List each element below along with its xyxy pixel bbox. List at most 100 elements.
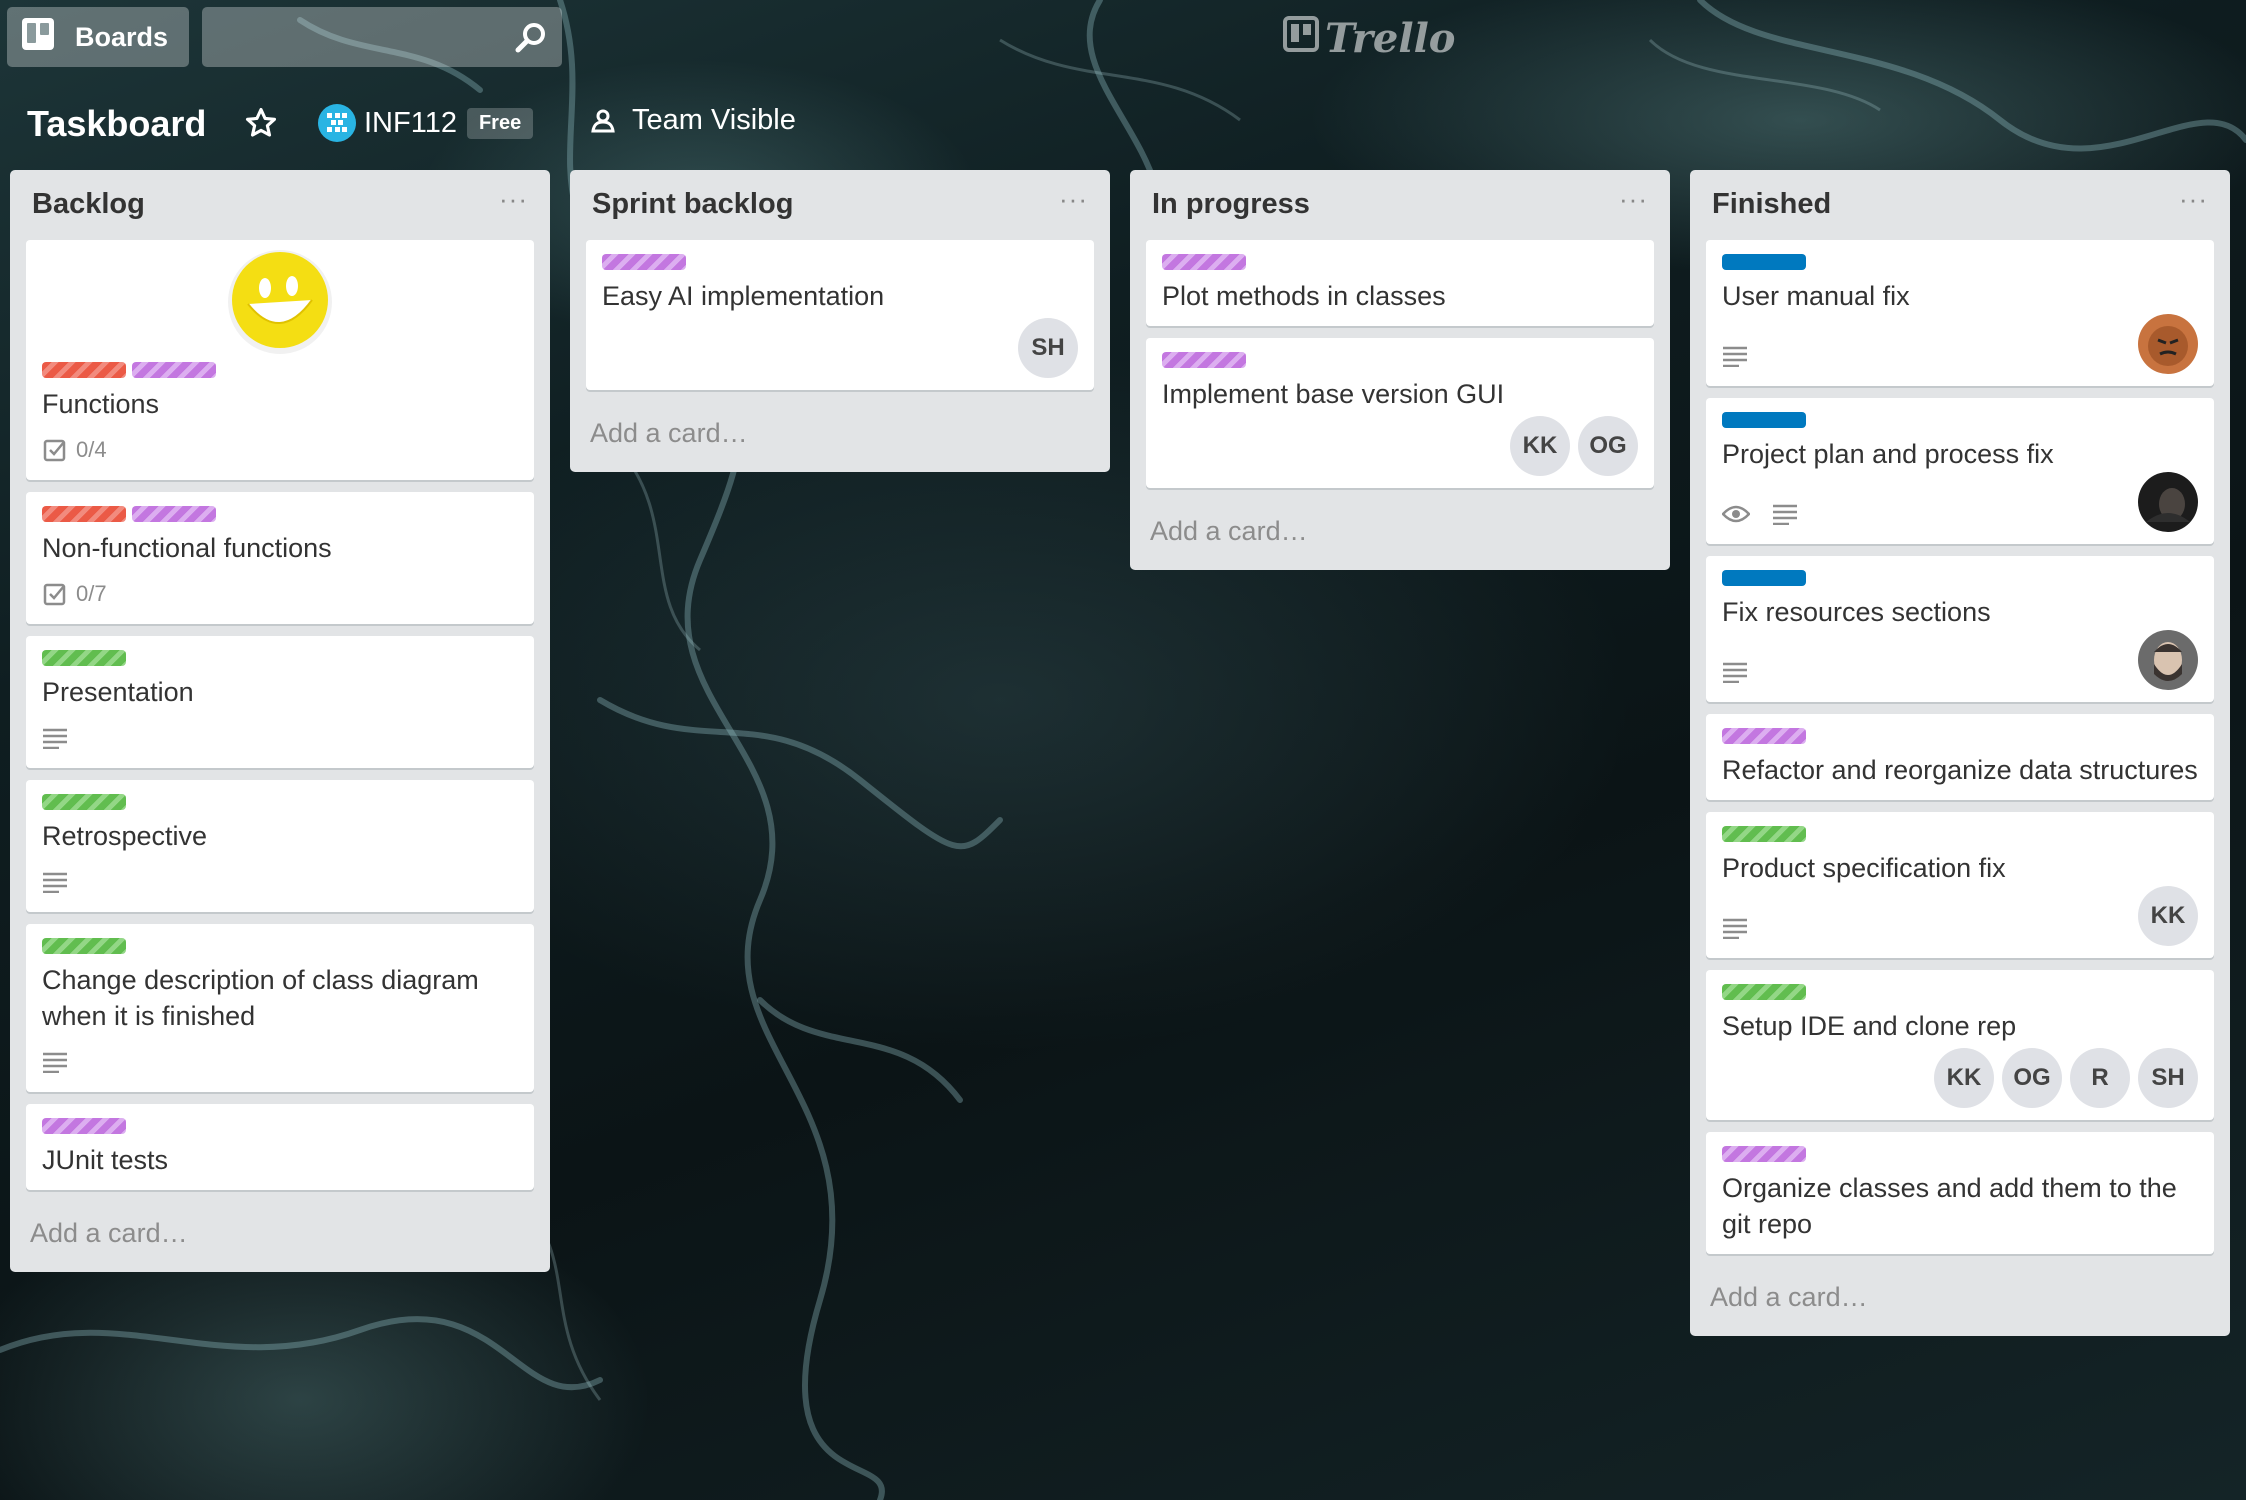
card-labels: [42, 1118, 518, 1134]
card-title: Implement base version GUI: [1162, 379, 1505, 409]
boards-label: Boards: [75, 21, 169, 52]
card[interactable]: Plot methods in classes: [1146, 240, 1654, 326]
avatar[interactable]: R: [2070, 1048, 2130, 1108]
label-green: [42, 650, 126, 666]
avatar[interactable]: SH: [2138, 1048, 2198, 1108]
visibility-button[interactable]: Team Visible: [590, 104, 796, 137]
list-title[interactable]: Sprint backlog: [592, 188, 793, 221]
add-card-button[interactable]: Add a card…: [1690, 1266, 2230, 1336]
list-menu-icon[interactable]: ···: [499, 184, 528, 215]
label-red: [42, 506, 126, 522]
list-menu-icon[interactable]: ···: [2179, 184, 2208, 215]
card-labels: [1722, 254, 2198, 270]
add-card-button[interactable]: Add a card…: [1130, 500, 1670, 570]
list-menu-icon[interactable]: ···: [1059, 184, 1088, 215]
team-button[interactable]: INF112 Free: [318, 104, 534, 142]
card[interactable]: Presentation: [26, 636, 534, 768]
add-card-button[interactable]: Add a card…: [570, 402, 1110, 472]
card-title: Easy AI implementation: [602, 281, 885, 311]
label-purple: [1722, 728, 1806, 744]
board-header: Taskboard INF112 Free Team Visible: [0, 96, 2246, 152]
description-icon: [1723, 346, 1747, 367]
team-visibility-icon: [591, 109, 615, 132]
card-members: KK OG: [1162, 416, 1638, 476]
avatar-photo[interactable]: [2138, 314, 2198, 374]
card-labels: [42, 794, 518, 810]
checklist-badge: 0/4: [42, 437, 107, 463]
avatar-photo[interactable]: [2138, 472, 2198, 532]
card[interactable]: Refactor and reorganize data structures: [1706, 714, 2214, 800]
card-title: Non-functional functions: [42, 533, 332, 563]
card[interactable]: Easy AI implementation SH: [586, 240, 1094, 390]
card-badges: [42, 1044, 518, 1080]
search-box[interactable]: [202, 7, 562, 67]
list-title[interactable]: In progress: [1152, 188, 1310, 221]
card-title: Presentation: [42, 677, 194, 707]
top-bar: Boards Trello: [0, 0, 2246, 72]
card-labels: [1722, 826, 2198, 842]
search-icon[interactable]: [514, 21, 548, 60]
card[interactable]: Project plan and process fix: [1706, 398, 2214, 544]
description-icon: [43, 1052, 67, 1073]
card[interactable]: Change description of class diagram when…: [26, 924, 534, 1092]
list-menu-icon[interactable]: ···: [1619, 184, 1648, 215]
card-labels: [1722, 570, 2198, 586]
search-input[interactable]: [202, 7, 562, 67]
card[interactable]: Organize classes and add them to the git…: [1706, 1132, 2214, 1254]
star-icon[interactable]: [244, 106, 278, 145]
description-icon: [1723, 662, 1747, 683]
team-icon: [318, 104, 356, 142]
avatar[interactable]: OG: [1578, 416, 1638, 476]
card-labels: [42, 506, 518, 522]
avatar[interactable]: SH: [1018, 318, 1078, 378]
label-purple: [132, 362, 216, 378]
trello-logo[interactable]: Trello: [1283, 14, 1455, 62]
team-name: INF112: [364, 106, 457, 139]
description-icon: [43, 872, 67, 893]
list-sprint-backlog: Sprint backlog ··· Easy AI implementatio…: [570, 170, 1110, 472]
card-badges: [1722, 910, 1748, 946]
card-title: Fix resources sections: [1722, 597, 1991, 627]
card-labels: [1722, 984, 2198, 1000]
checklist-icon: [43, 439, 66, 462]
card[interactable]: Functions 0/4: [26, 240, 534, 480]
card[interactable]: Fix resources sections: [1706, 556, 2214, 702]
card-labels: [1722, 1146, 2198, 1162]
card-title: JUnit tests: [42, 1145, 169, 1175]
avatar[interactable]: OG: [2002, 1048, 2062, 1108]
avatar[interactable]: KK: [1934, 1048, 1994, 1108]
card-title: Setup IDE and clone rep: [1722, 1011, 2017, 1041]
card[interactable]: Retrospective: [26, 780, 534, 912]
card-members: KK OG R SH: [1722, 1048, 2198, 1108]
label-green: [1722, 826, 1806, 842]
card[interactable]: Product specification fix KK: [1706, 812, 2214, 958]
add-card-button[interactable]: Add a card…: [10, 1202, 550, 1272]
checklist-count: 0/7: [76, 581, 107, 606]
boards-button[interactable]: Boards: [7, 7, 189, 67]
label-purple: [132, 506, 216, 522]
avatar[interactable]: KK: [1510, 416, 1570, 476]
avatar-photo[interactable]: [2138, 630, 2198, 690]
card[interactable]: User manual fix: [1706, 240, 2214, 386]
card-title: Product specification fix: [1722, 853, 2006, 883]
card-labels: [1722, 728, 2198, 744]
list-title[interactable]: Finished: [1712, 188, 1831, 221]
card[interactable]: Setup IDE and clone rep KK OG R SH: [1706, 970, 2214, 1120]
card-title: Plot methods in classes: [1162, 281, 1446, 311]
list-header: In progress ···: [1130, 170, 1670, 240]
card[interactable]: Non-functional functions 0/7: [26, 492, 534, 624]
list-header: Finished ···: [1690, 170, 2230, 240]
card-labels: [42, 650, 518, 666]
label-blue: [1722, 254, 1806, 270]
description-icon: [1773, 504, 1797, 525]
card[interactable]: JUnit tests: [26, 1104, 534, 1190]
board-title[interactable]: Taskboard: [27, 103, 206, 145]
avatar[interactable]: KK: [2138, 886, 2198, 946]
list-title[interactable]: Backlog: [32, 188, 145, 221]
card-badges: 0/7: [42, 576, 518, 612]
card-title: Project plan and process fix: [1722, 439, 2054, 469]
card-footer: [1722, 630, 2198, 690]
label-blue: [1722, 570, 1806, 586]
card-cover: [42, 246, 518, 356]
card[interactable]: Implement base version GUI KK OG: [1146, 338, 1654, 488]
